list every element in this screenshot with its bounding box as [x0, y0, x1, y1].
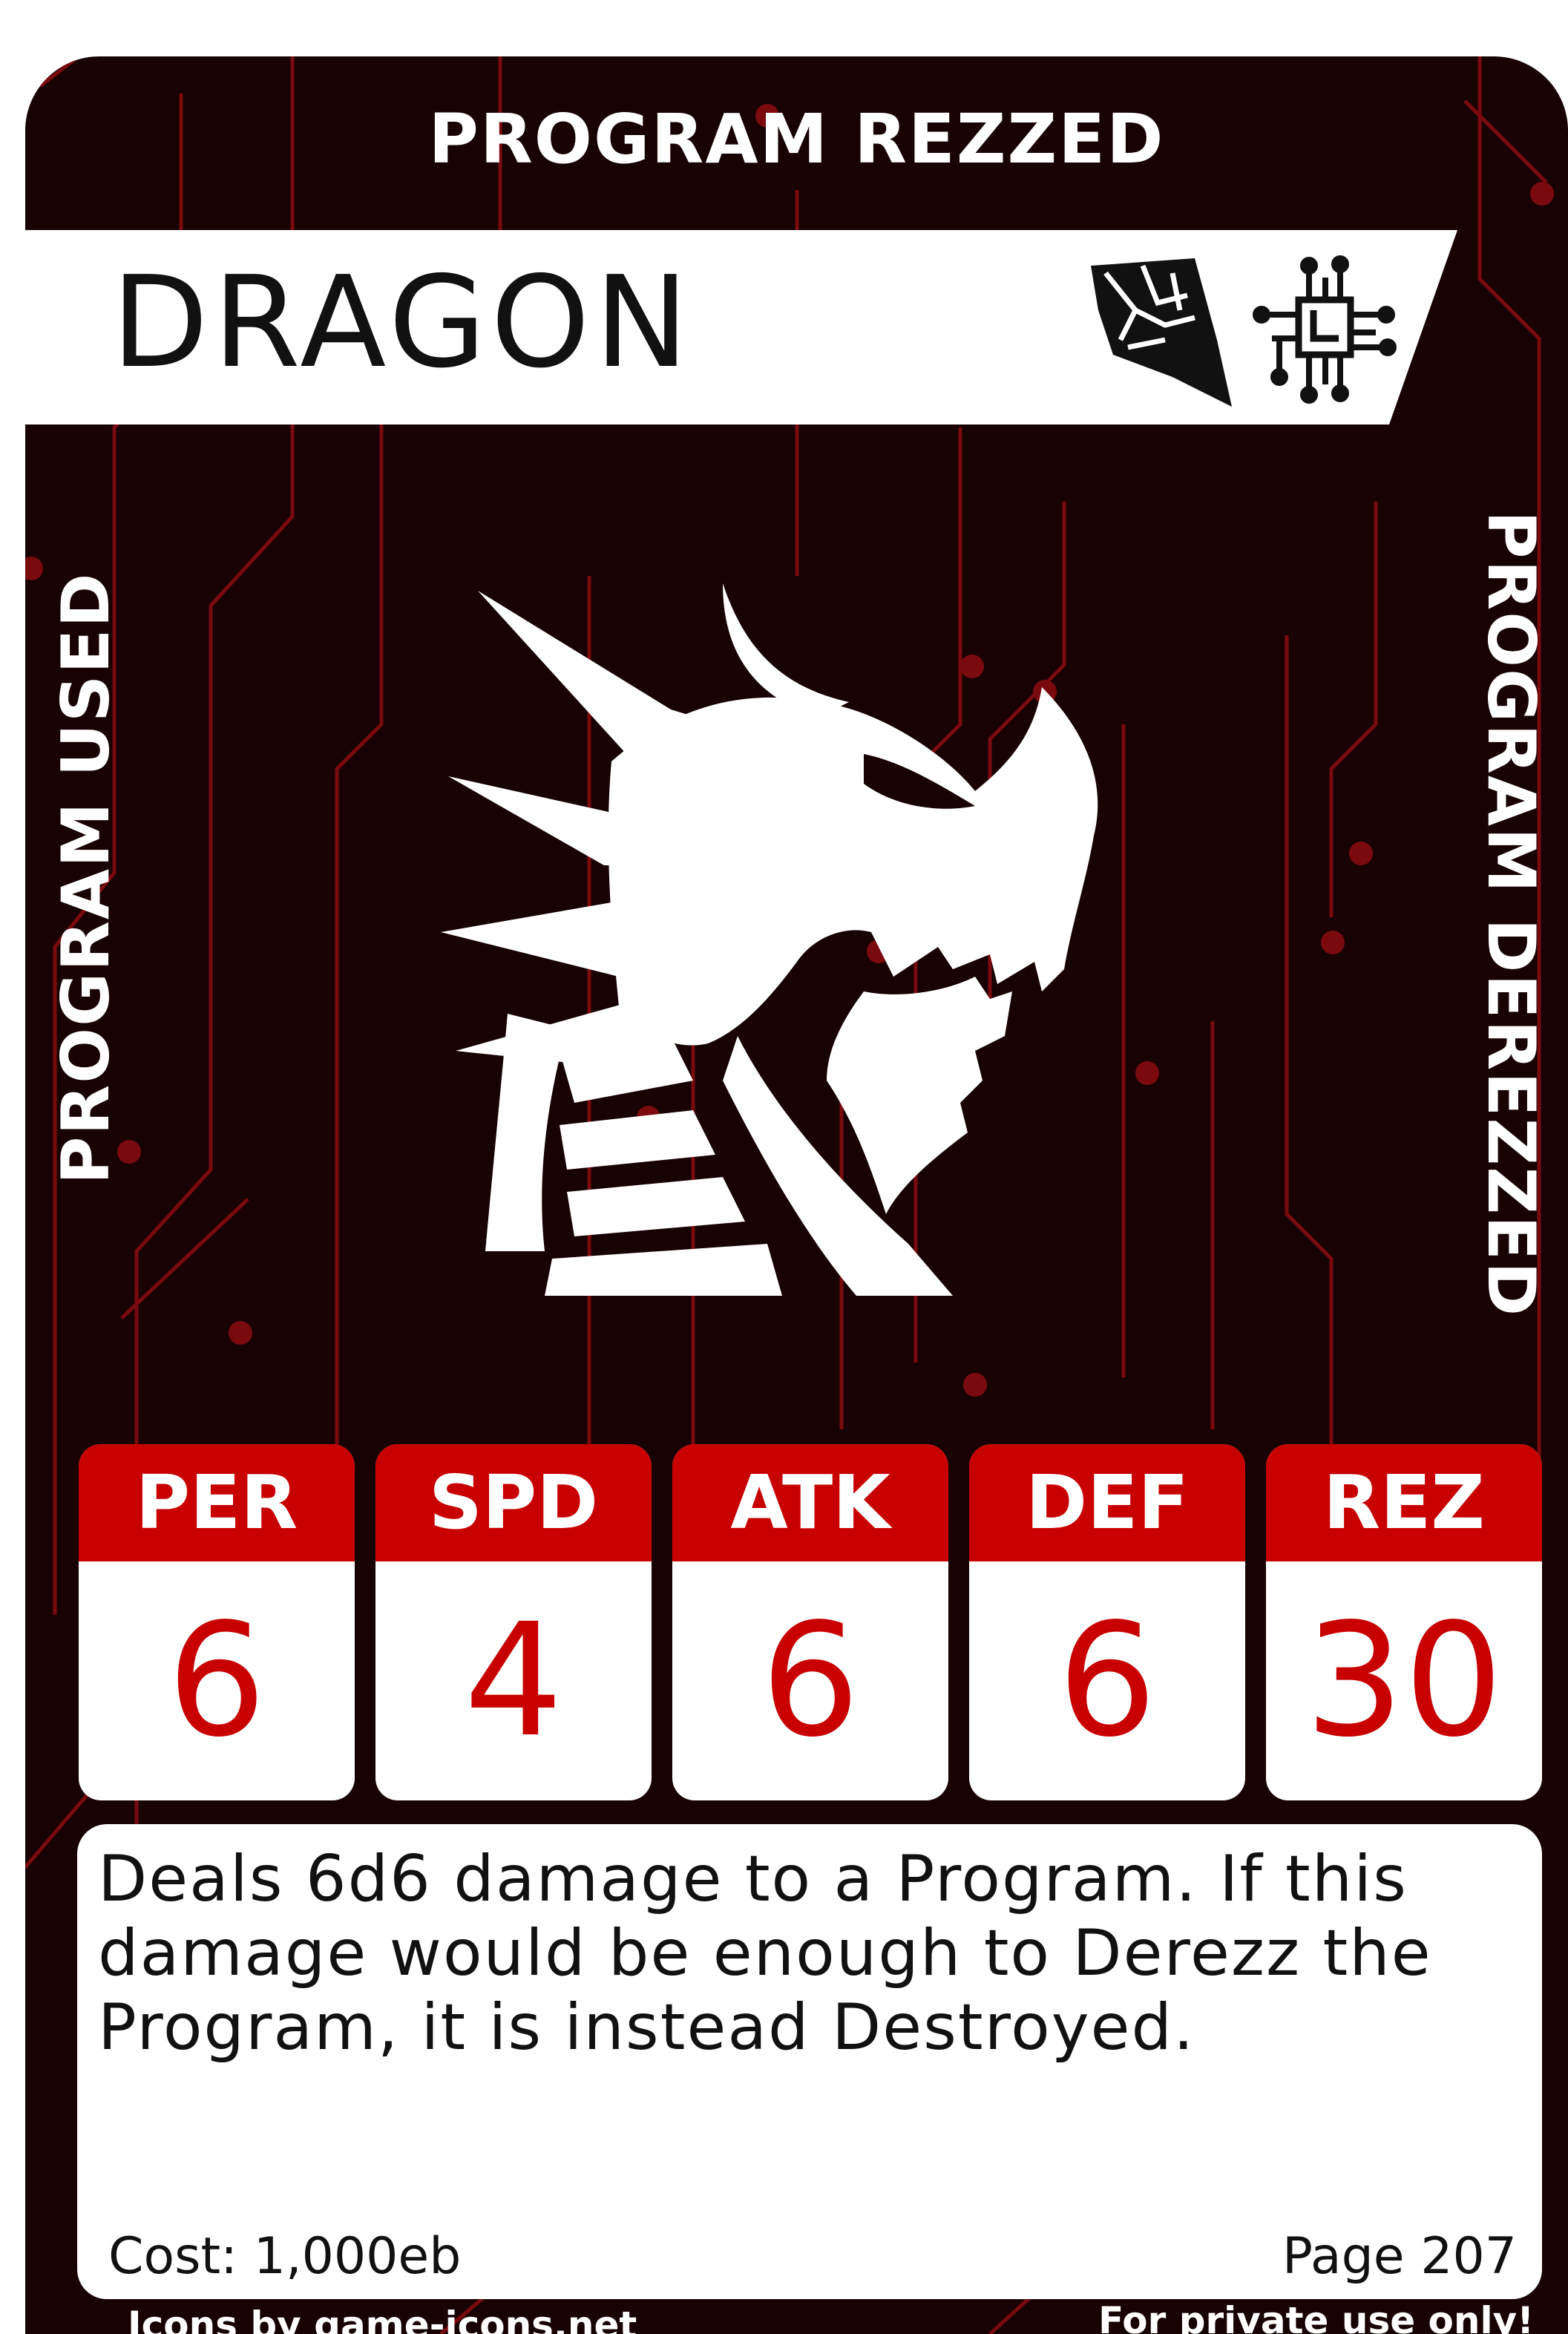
stat-label: DEF: [969, 1444, 1245, 1561]
program-card: PROGRAM REZZED DRAGON PROGRAM USED PROGR…: [25, 56, 1568, 2334]
stat-value: 6: [1057, 1590, 1157, 1771]
stat-value: 30: [1305, 1590, 1503, 1771]
title-bar: DRAGON: [25, 230, 1457, 424]
stat-label: ATK: [672, 1444, 948, 1561]
stat-label: REZ: [1266, 1444, 1542, 1561]
page-reference: Page 207: [1282, 2227, 1517, 2286]
stat-rez: REZ 30: [1266, 1444, 1542, 1800]
cost-label: Cost: 1,000eb: [108, 2227, 462, 2286]
rules-box: Deals 6d6 damage to a Program. If this d…: [77, 1824, 1542, 2299]
stat-label: SPD: [375, 1444, 652, 1561]
dragon-head-icon: [441, 583, 1098, 1296]
status-program-derezzed: PROGRAM DEREZZED: [1473, 511, 1549, 1318]
stat-def: DEF 6: [969, 1444, 1245, 1800]
circuit-chip-icon: [1253, 255, 1397, 404]
status-program-used: PROGRAM USED: [47, 571, 124, 1184]
icon-credit: Icons by game-icons.net: [128, 2304, 637, 2334]
shattered-shard-icon: [1091, 258, 1232, 407]
stat-block: PER 6 SPD 4 ATK 6 DEF 6 REZ 30: [79, 1444, 1542, 1800]
stat-value: 6: [761, 1590, 860, 1771]
stat-value: 4: [464, 1590, 563, 1771]
card-title: DRAGON: [111, 249, 694, 396]
rules-text: Deals 6d6 damage to a Program. If this d…: [98, 1842, 1432, 2065]
stat-per: PER 6: [79, 1444, 355, 1800]
stat-value: 6: [167, 1590, 266, 1771]
stat-atk: ATK 6: [672, 1444, 948, 1800]
stat-label: PER: [79, 1444, 355, 1561]
usage-notice: For private use only!: [1098, 2299, 1534, 2334]
status-program-rezzed: PROGRAM REZZED: [428, 99, 1165, 179]
stat-spd: SPD 4: [375, 1444, 652, 1800]
